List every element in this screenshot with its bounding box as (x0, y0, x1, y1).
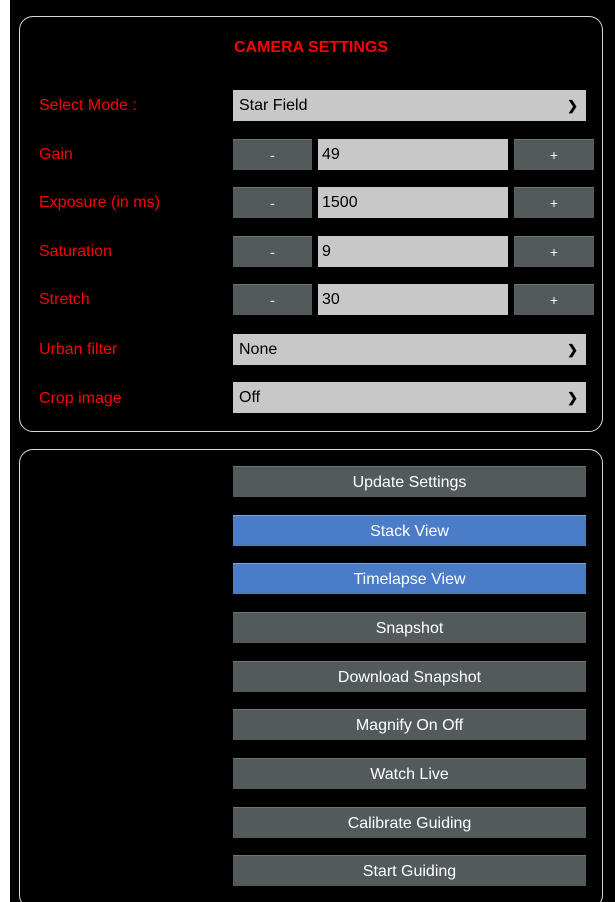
urban-filter-value: None (239, 341, 278, 358)
select-mode-dropdown[interactable]: Star Field ❯ (233, 90, 586, 121)
panel-title: CAMERA SETTINGS (233, 39, 389, 56)
stretch-decrease-button[interactable]: - (233, 284, 312, 315)
exposure-decrease-button[interactable]: - (233, 187, 312, 218)
magnify-on-off-button[interactable]: Magnify On Off (233, 709, 586, 740)
saturation-label: Saturation (39, 243, 112, 260)
stretch-label: Stretch (39, 291, 90, 308)
snapshot-button[interactable]: Snapshot (233, 612, 586, 643)
watch-live-button[interactable]: Watch Live (233, 758, 586, 789)
saturation-input[interactable]: 9 (318, 236, 508, 267)
stretch-increase-button[interactable]: + (514, 284, 594, 315)
gain-decrease-button[interactable]: - (233, 139, 312, 170)
saturation-decrease-button[interactable]: - (233, 236, 312, 267)
exposure-increase-button[interactable]: + (514, 187, 594, 218)
gain-input[interactable]: 49 (318, 139, 508, 170)
stack-view-button[interactable]: Stack View (233, 515, 586, 546)
calibrate-guiding-button[interactable]: Calibrate Guiding (233, 807, 586, 838)
select-mode-value: Star Field (239, 97, 308, 114)
start-guiding-button[interactable]: Start Guiding (233, 855, 586, 886)
camera-settings-page: CAMERA SETTINGS Select Mode : Star Field… (0, 0, 615, 902)
stretch-input[interactable]: 30 (318, 284, 508, 315)
gain-increase-button[interactable]: + (514, 139, 594, 170)
chevron-down-icon: ❯ (567, 98, 578, 113)
camera-settings-panel: CAMERA SETTINGS Select Mode : Star Field… (19, 16, 603, 432)
select-mode-label: Select Mode : (39, 97, 137, 114)
urban-filter-dropdown[interactable]: None ❯ (233, 334, 586, 365)
chevron-down-icon: ❯ (567, 342, 578, 357)
urban-filter-label: Urban filter (39, 341, 118, 358)
exposure-label: Exposure (in ms) (39, 194, 160, 211)
crop-image-label: Crop image (39, 390, 122, 407)
timelapse-view-button[interactable]: Timelapse View (233, 563, 586, 594)
update-settings-button[interactable]: Update Settings (233, 466, 586, 497)
gain-label: Gain (39, 146, 73, 163)
download-snapshot-button[interactable]: Download Snapshot (233, 661, 586, 692)
crop-image-dropdown[interactable]: Off ❯ (233, 382, 586, 413)
saturation-increase-button[interactable]: + (514, 236, 594, 267)
crop-image-value: Off (239, 389, 261, 406)
exposure-input[interactable]: 1500 (318, 187, 508, 218)
actions-panel: Update Settings Stack View Timelapse Vie… (19, 449, 603, 902)
window-edge (0, 0, 10, 902)
chevron-down-icon: ❯ (567, 390, 578, 405)
